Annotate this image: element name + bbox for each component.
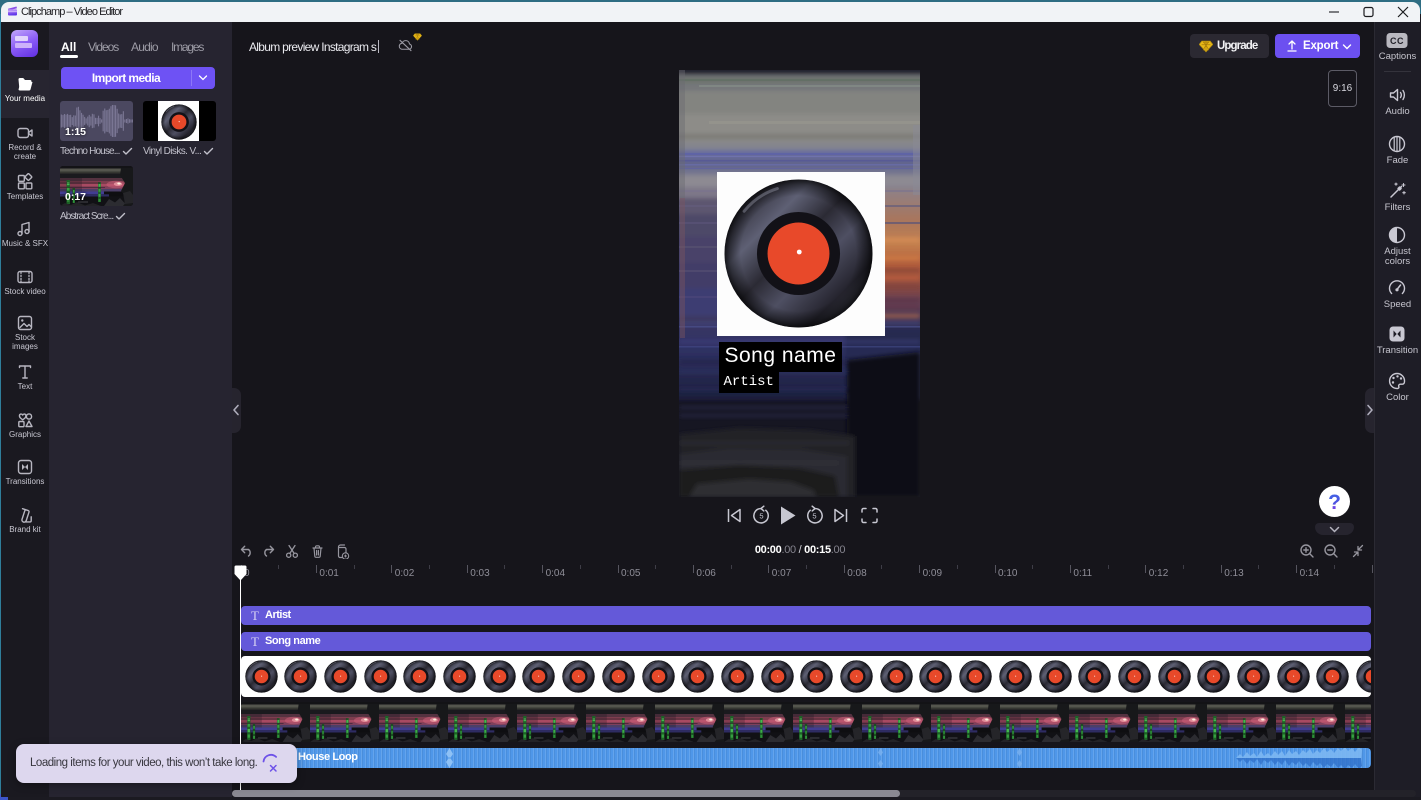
svg-text:?: ? — [1328, 491, 1341, 514]
svg-text:CC: CC — [1390, 36, 1404, 46]
svg-text:5: 5 — [812, 512, 816, 521]
svg-text:5: 5 — [759, 512, 763, 521]
